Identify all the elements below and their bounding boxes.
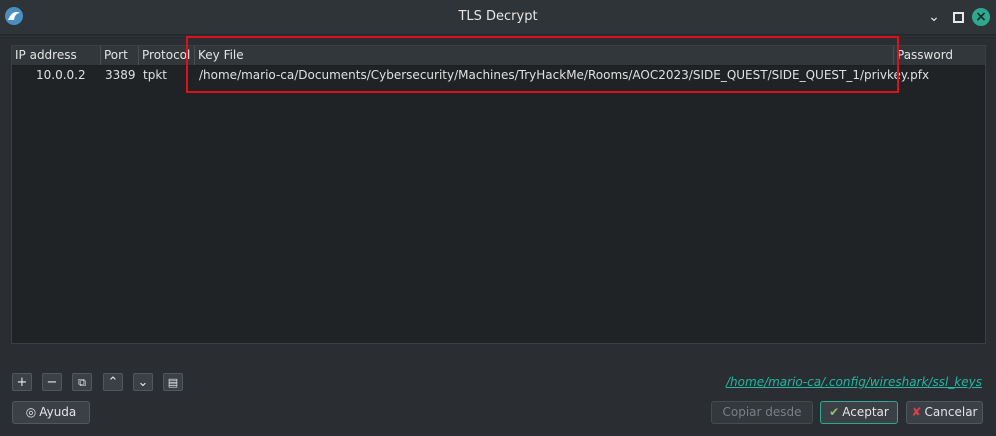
minimize-icon[interactable]: ⌄	[925, 8, 943, 26]
cell-ip[interactable]: 10.0.0.2	[36, 66, 86, 85]
add-entry-button[interactable]: +	[12, 373, 32, 391]
column-header-key-file[interactable]: Key File	[195, 46, 894, 65]
clear-button[interactable]: ▤	[163, 373, 183, 391]
column-header-protocol[interactable]: Protocol	[139, 46, 195, 65]
table-row[interactable]: 10.0.0.2 3389 tpkt /home/mario-ca/Docume…	[12, 66, 985, 85]
tls-keys-table[interactable]: IP address Port Protocol Key File Passwo…	[11, 45, 986, 344]
lifebuoy-icon: ◎	[25, 405, 37, 419]
config-path-link[interactable]: /home/mario-ca/.config/wireshark/ssl_key…	[700, 375, 982, 389]
copy-from-button[interactable]: Copiar desde	[711, 401, 813, 424]
copy-entry-button[interactable]: ⧉	[72, 373, 92, 391]
ok-button[interactable]: ✔ Aceptar	[820, 401, 898, 424]
ok-label: Aceptar	[842, 405, 889, 419]
column-header-ip[interactable]: IP address	[12, 46, 101, 65]
copy-from-label: Copiar desde	[722, 405, 802, 419]
title-bar: TLS Decrypt ⌄ ×	[0, 0, 996, 35]
column-header-password[interactable]: Password	[894, 46, 985, 65]
checkmark-icon: ✔	[829, 405, 840, 419]
maximize-icon[interactable]	[949, 8, 967, 26]
cancel-button[interactable]: ✘ Cancelar	[906, 401, 983, 424]
help-label: Ayuda	[39, 405, 77, 419]
column-header-port[interactable]: Port	[101, 46, 139, 65]
cancel-label: Cancelar	[924, 405, 978, 419]
table-header: IP address Port Protocol Key File Passwo…	[12, 46, 985, 66]
help-button[interactable]: ◎ Ayuda	[12, 401, 90, 424]
cell-port[interactable]: 3389	[105, 66, 136, 85]
remove-entry-button[interactable]: −	[42, 373, 62, 391]
move-down-button[interactable]: ⌄	[133, 373, 153, 391]
window-title: TLS Decrypt	[458, 9, 538, 24]
close-icon[interactable]: ×	[972, 8, 990, 26]
move-up-button[interactable]: ⌃	[103, 373, 123, 391]
cell-protocol[interactable]: tpkt	[143, 66, 167, 85]
cell-key-file[interactable]: /home/mario-ca/Documents/Cybersecurity/M…	[199, 66, 929, 85]
cross-icon: ✘	[911, 405, 922, 419]
